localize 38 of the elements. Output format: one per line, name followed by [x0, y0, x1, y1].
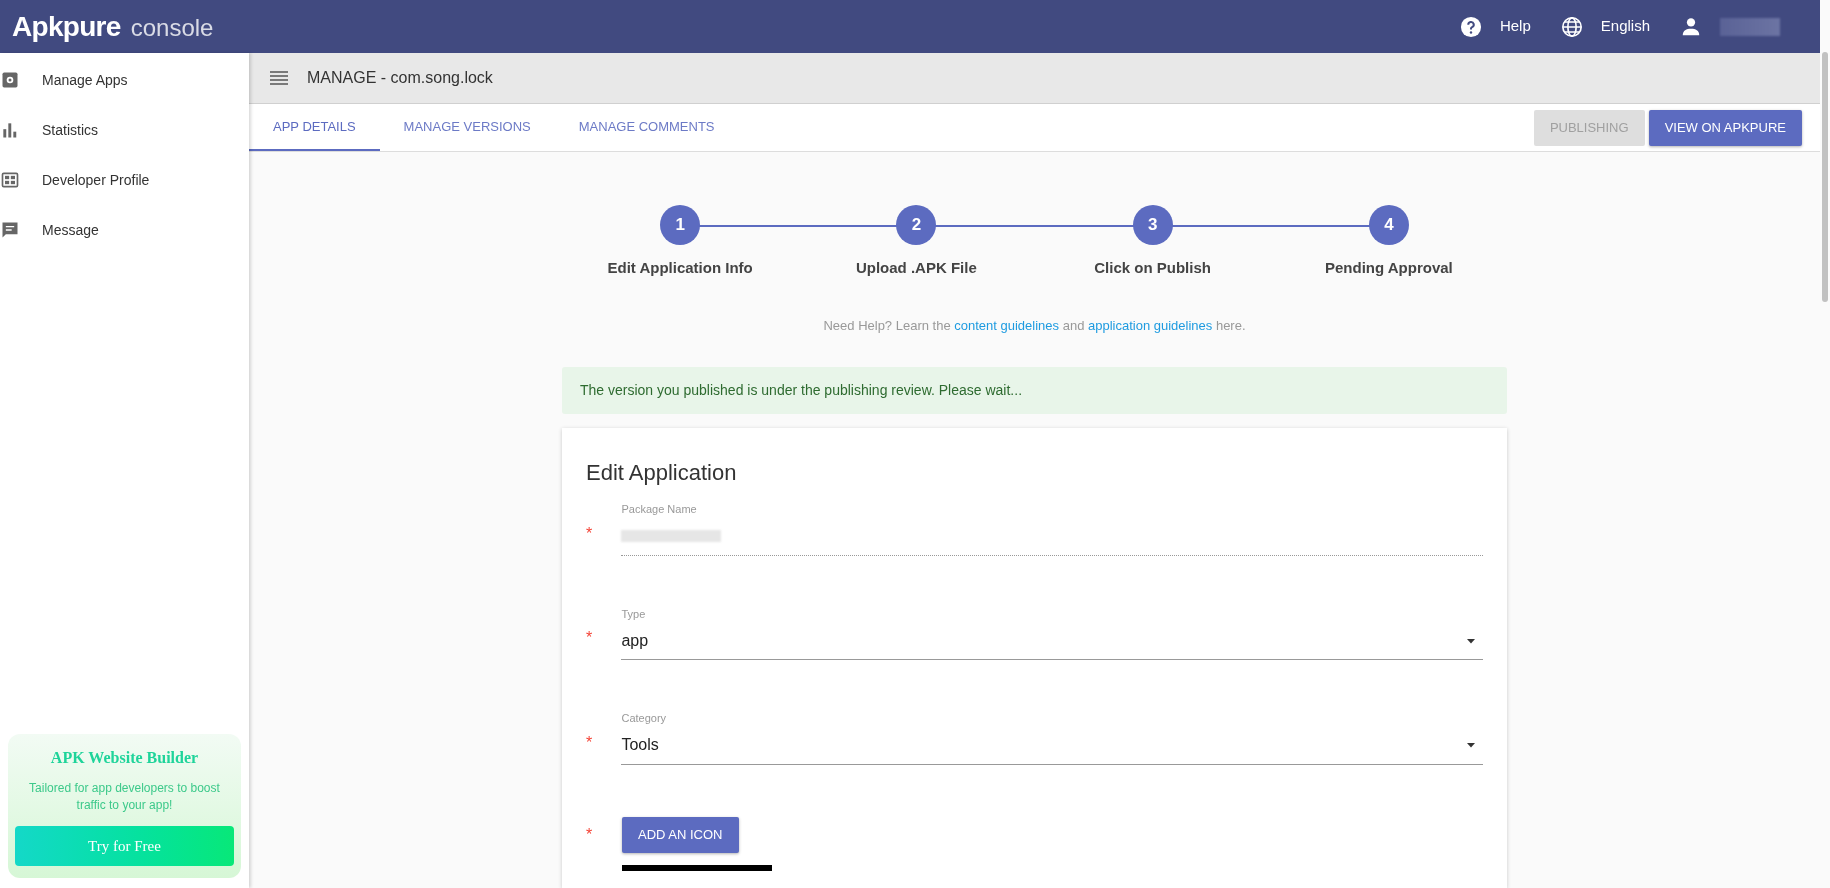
action-button[interactable]: VIEW ON APKPURE — [1648, 109, 1802, 146]
select-field[interactable]: app — [621, 622, 1483, 660]
step-label: Upload .APK File — [855, 258, 977, 278]
tab[interactable]: APP DETAILS — [249, 104, 380, 151]
form-title: Edit Application — [586, 459, 738, 487]
sidebar-item[interactable]: Message — [0, 205, 249, 255]
sidebar-item[interactable]: Statistics — [0, 105, 249, 155]
field-label: Category — [621, 711, 668, 726]
help-text: Need Help? Learn the content guidelines and application guidelines here. — [823, 316, 1246, 335]
step-label: Edit Application Info — [607, 258, 753, 278]
step-label: Pending Approval — [1324, 258, 1453, 278]
page-title: MANAGE - com.song.lock — [307, 68, 493, 88]
sidebar-item[interactable]: Manage Apps — [0, 55, 249, 105]
add-icon-button[interactable]: ADD AN ICON — [622, 816, 739, 853]
field-label: Package Name — [621, 502, 698, 517]
required-mark: * — [586, 824, 594, 845]
logo-subtitle: console — [130, 12, 214, 43]
help-icon[interactable] — [1459, 15, 1482, 38]
menu-icon[interactable] — [269, 70, 289, 86]
user-icon[interactable] — [1680, 15, 1702, 38]
required-mark: * — [586, 628, 594, 648]
sidebar-item[interactable]: Developer Profile — [0, 155, 249, 205]
globe-icon[interactable] — [1560, 15, 1583, 38]
promo-text: Tailored for app developers to boost traffic to your app! — [28, 780, 221, 814]
scrollbar[interactable] — [1822, 52, 1828, 302]
tab[interactable]: MANAGE VERSIONS — [379, 104, 555, 151]
logo[interactable]: Apkpure — [12, 5, 121, 48]
required-mark: * — [586, 523, 594, 544]
profile-card-icon — [0, 170, 20, 190]
required-mark: * — [586, 732, 594, 753]
select-field[interactable]: Tools — [621, 726, 1483, 765]
step-label: Click on Publish — [1094, 258, 1211, 278]
promo-title: APK Website Builder — [50, 748, 199, 768]
field-label: Type — [621, 606, 647, 622]
tab[interactable]: MANAGE COMMENTS — [554, 104, 739, 151]
status-alert: The version you published is under the publishing review. Please wait... — [562, 367, 1507, 414]
topbar-link[interactable]: English — [1600, 15, 1650, 38]
topbar-link[interactable]: Help — [1499, 15, 1531, 38]
